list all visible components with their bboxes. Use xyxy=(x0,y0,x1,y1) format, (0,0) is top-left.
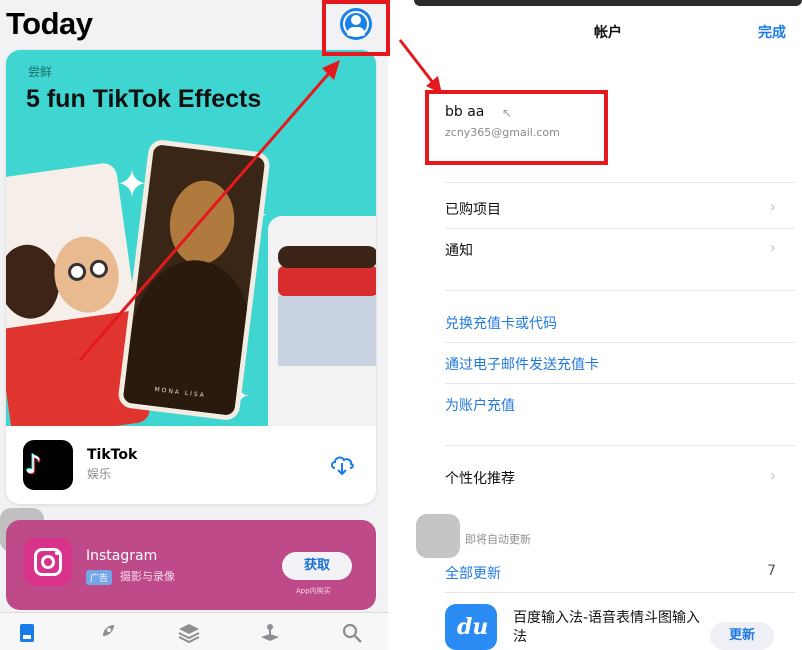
search-icon[interactable] xyxy=(340,621,364,645)
card-headline: 5 fun TikTok Effects xyxy=(26,85,262,113)
divider xyxy=(445,383,795,384)
update-count: 7 xyxy=(767,563,776,579)
update-app-name: 百度输入法-语音表情斗图输入法 xyxy=(513,610,701,645)
baidu-input-app-icon[interactable]: du xyxy=(445,604,497,650)
ad-app-name: Instagram xyxy=(86,548,158,564)
tab-bar xyxy=(0,612,388,650)
ad-app-card[interactable]: Instagram 广告 摄影与录像 获取 App内购买 xyxy=(6,520,376,610)
camera-flash xyxy=(55,551,59,555)
page-title: Today xyxy=(6,6,93,41)
card-hero-image[interactable]: 尝鲜 5 fun TikTok Effects ✦ ✦ ✦ MONA LISA xyxy=(6,50,376,426)
divider xyxy=(445,290,795,291)
divider xyxy=(445,445,795,446)
purchased-row[interactable]: 已购项目 xyxy=(445,199,501,219)
divider xyxy=(445,342,795,343)
divider xyxy=(445,228,795,229)
update-button[interactable]: 更新 xyxy=(710,622,774,650)
highlight-box-account xyxy=(425,90,608,165)
camera-lens xyxy=(41,555,55,569)
tiktok-app-icon[interactable]: ♪ ♪ ♪ xyxy=(23,440,73,490)
app-name: TikTok xyxy=(87,447,138,463)
divider xyxy=(445,182,795,183)
redeem-gift-card-link[interactable]: 兑换充值卡或代码 xyxy=(445,313,557,333)
assistive-touch-button[interactable] xyxy=(416,514,460,558)
update-all-button[interactable]: 全部更新 xyxy=(445,563,501,583)
app-category: 娱乐 xyxy=(87,467,112,481)
person-face xyxy=(49,232,124,317)
done-button[interactable]: 完成 xyxy=(758,22,786,42)
arcade-icon[interactable] xyxy=(258,621,282,645)
baidu-icon-text: du xyxy=(457,614,489,640)
personalized-recommendations-row[interactable]: 个性化推荐 xyxy=(445,468,515,488)
chevron-right-icon: › xyxy=(769,238,776,257)
dancers-jeans xyxy=(278,296,376,366)
today-icon[interactable] xyxy=(15,621,39,645)
rocket-icon[interactable] xyxy=(94,621,118,645)
add-funds-link[interactable]: 为账户充值 xyxy=(445,395,515,415)
highlight-box-avatar xyxy=(322,0,390,56)
dancers-shirts xyxy=(278,266,376,296)
featured-app-row[interactable]: ♪ ♪ ♪ TikTok 娱乐 xyxy=(6,426,376,504)
divider xyxy=(445,592,795,593)
instagram-app-icon[interactable] xyxy=(24,538,72,586)
phone-mockup-dancers xyxy=(268,216,376,426)
notifications-row[interactable]: 通知 xyxy=(445,240,473,260)
send-gift-card-link[interactable]: 通过电子邮件发送充值卡 xyxy=(445,354,599,374)
in-app-purchase-note: App内购买 xyxy=(296,587,331,595)
ad-badge: 广告 xyxy=(86,570,113,585)
get-button[interactable]: 获取 xyxy=(282,552,352,580)
cloud-download-icon[interactable] xyxy=(328,450,356,478)
chevron-right-icon: › xyxy=(769,466,776,485)
sheet-top-bar xyxy=(414,0,802,6)
featured-story-card[interactable]: 尝鲜 5 fun TikTok Effects ✦ ✦ ✦ MONA LISA xyxy=(6,50,376,504)
layers-icon[interactable] xyxy=(177,621,201,645)
ad-app-category: 摄影与录像 xyxy=(120,570,175,583)
dancers-heads xyxy=(278,246,376,268)
section-header: 即将自动更新 xyxy=(465,533,531,546)
chevron-right-icon: › xyxy=(769,197,776,216)
painting-face xyxy=(165,176,239,269)
card-subtitle: 尝鲜 xyxy=(28,65,53,79)
app-store-today-screen: Today 尝鲜 5 fun TikTok Effects ✦ ✦ ✦ MONA… xyxy=(0,0,388,650)
nav-title: 帐户 xyxy=(594,25,622,41)
